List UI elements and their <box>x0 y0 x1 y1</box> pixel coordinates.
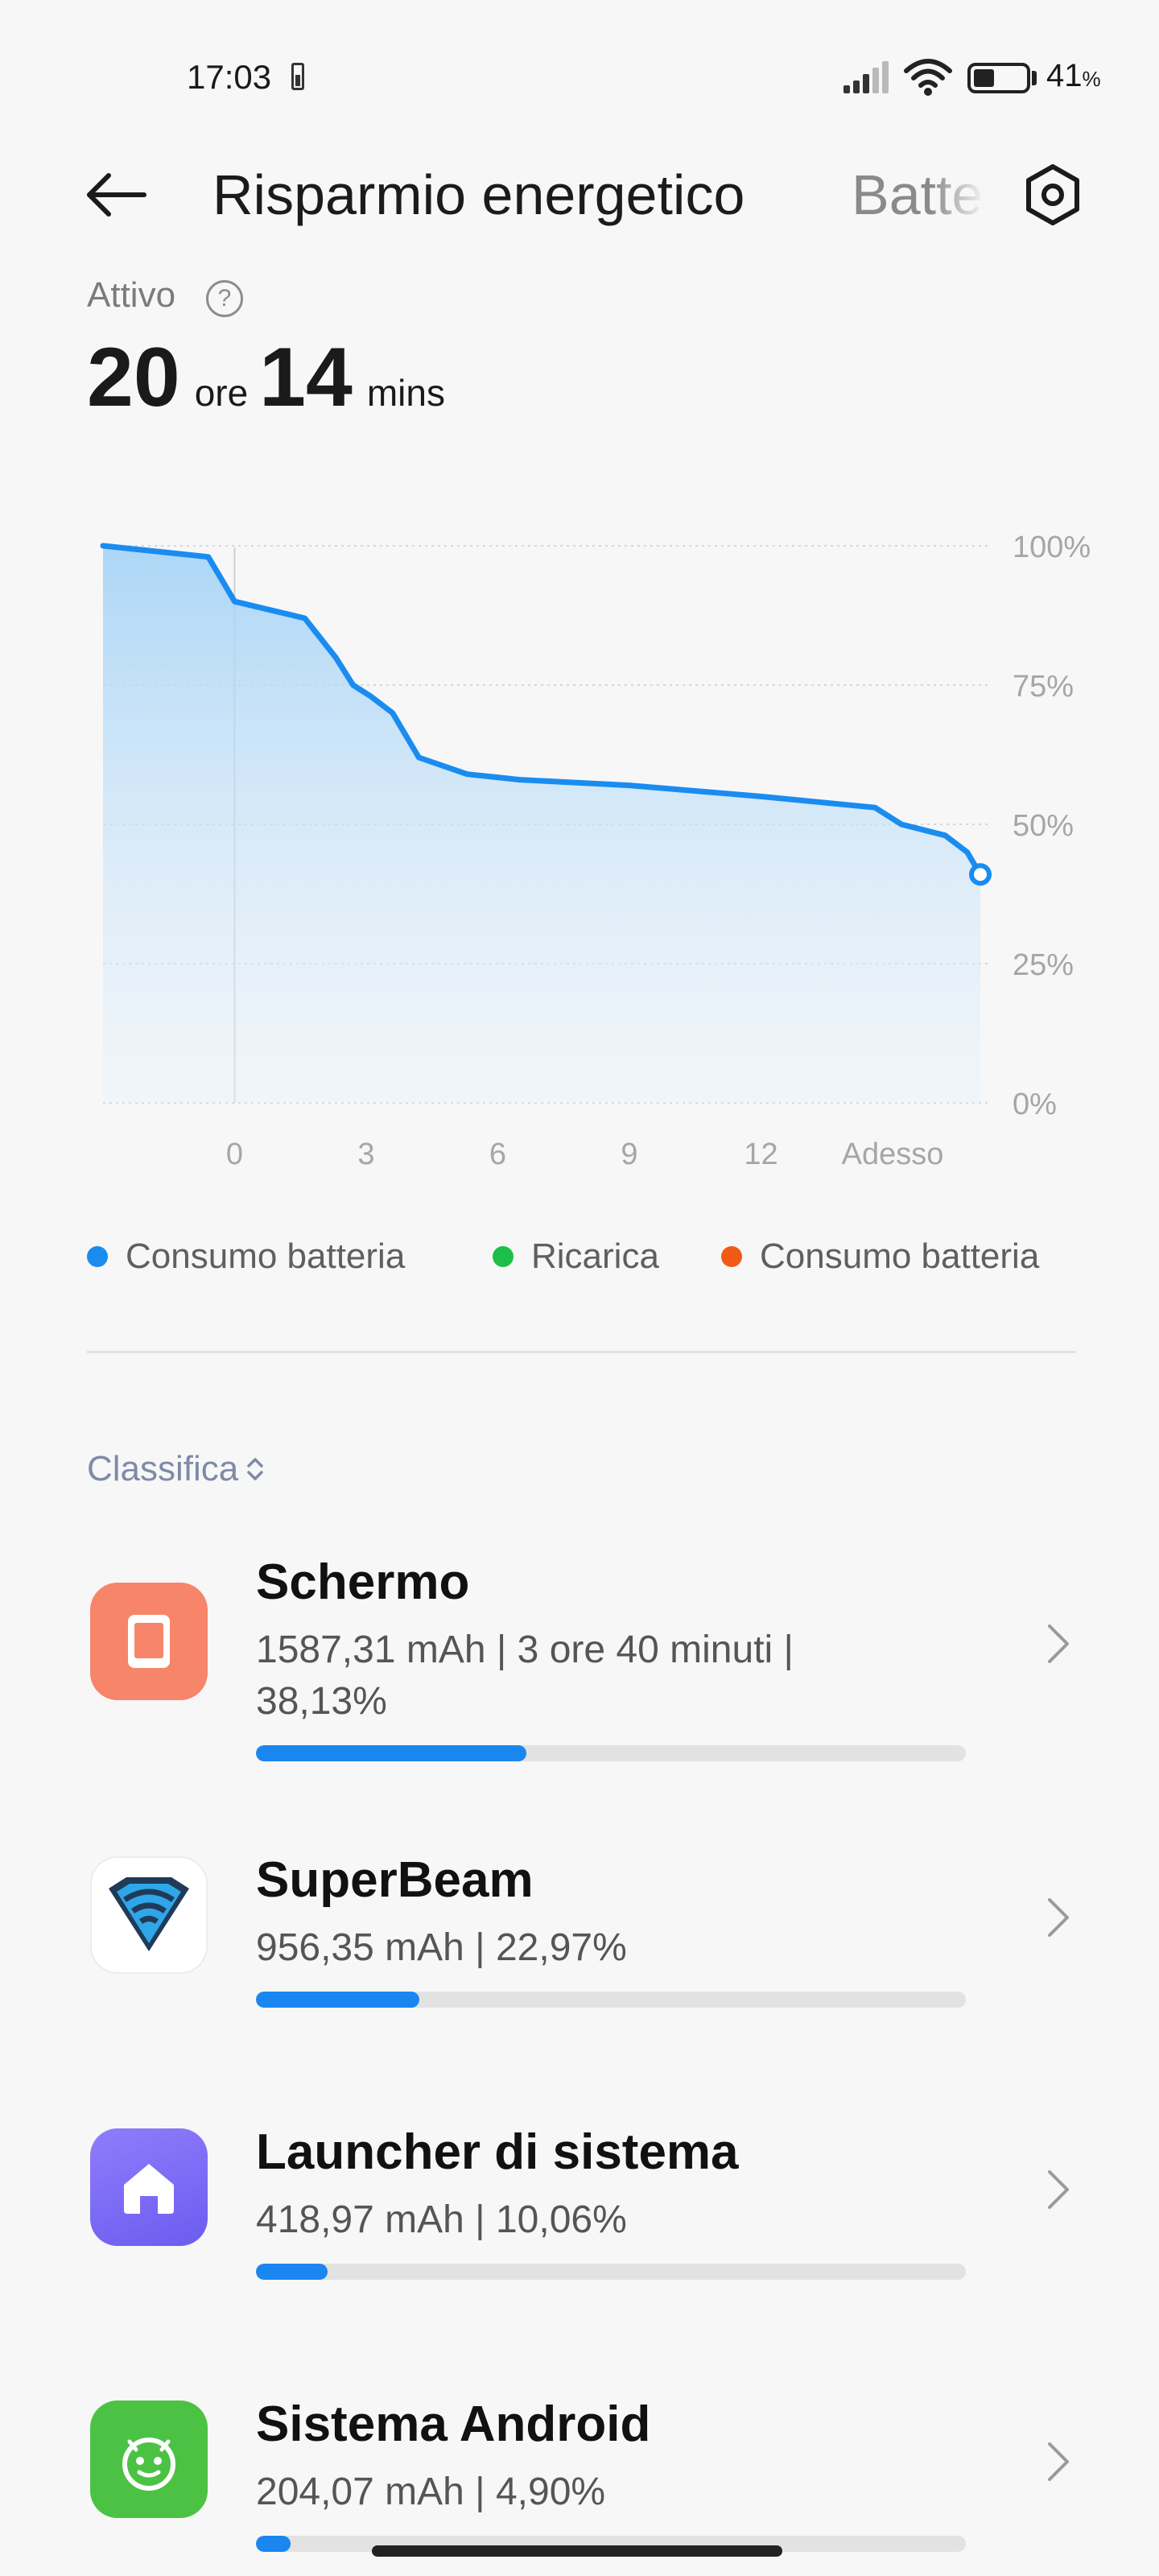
x-tick-label: 3 <box>357 1137 374 1171</box>
app-name: Sistema Android <box>256 2396 651 2452</box>
usage-bar-fill <box>256 1745 527 1761</box>
legend-dot <box>493 1246 514 1267</box>
settings-button[interactable] <box>1016 158 1090 232</box>
x-tick-label: Adesso <box>842 1137 944 1171</box>
app-name: Schermo <box>256 1554 470 1610</box>
y-tick-label: 75% <box>1013 670 1074 704</box>
usage-bar <box>256 2264 966 2280</box>
home-indicator[interactable] <box>372 2545 782 2557</box>
y-tick-label: 50% <box>1013 809 1074 843</box>
usage-bar <box>256 1745 966 1761</box>
superbeam-icon <box>90 1856 208 1974</box>
status-time: 17:03 <box>187 58 272 96</box>
y-tick-label: 0% <box>1013 1088 1057 1121</box>
battery-percent-unit: % <box>1082 67 1101 91</box>
usage-bar-fill <box>256 2264 328 2280</box>
battery-tip <box>1032 71 1037 85</box>
ranking-label: Classifica <box>87 1449 239 1488</box>
chevron-right-icon <box>1038 1620 1079 1668</box>
battery-percent-value: 41 <box>1046 58 1083 93</box>
back-button[interactable] <box>80 163 153 227</box>
gear-hexagon-icon <box>1026 164 1079 225</box>
battery-level-fill <box>974 69 995 87</box>
app-detail: 418,97 mAh | 10,06% <box>256 2198 627 2241</box>
app-detail: 956,35 mAh | 22,97% <box>256 1926 627 1969</box>
app-detail: 1587,31 mAh | 3 ore 40 minuti | 38,13% <box>256 1629 794 1723</box>
active-duration: 20 ore 14 mins <box>87 330 456 426</box>
battery-chart: 100% 75% 50% 25% 0% 0 3 6 9 12 Adesso <box>100 530 1091 1171</box>
x-tick-label: 12 <box>744 1137 777 1171</box>
x-tick-label: 9 <box>621 1137 637 1171</box>
screen-icon <box>90 1583 208 1700</box>
y-tick-label: 25% <box>1013 948 1074 982</box>
legend-dot <box>87 1246 108 1267</box>
battery-percent: 41% <box>1046 58 1101 94</box>
chevron-right-icon <box>1038 2438 1079 2486</box>
usage-bar-fill <box>256 1992 419 2008</box>
home-icon <box>90 2128 208 2246</box>
legend-label: Consumo batteria <box>126 1236 406 1276</box>
app-detail: 204,07 mAh | 4,90% <box>256 2471 606 2513</box>
battery-icon <box>967 63 1030 93</box>
x-tick-label: 6 <box>489 1137 506 1171</box>
question-circle-icon[interactable]: ? <box>206 280 243 317</box>
active-label: Attivo <box>87 275 176 315</box>
chevron-right-icon <box>1038 1893 1079 1942</box>
usage-bar-fill <box>256 2536 291 2552</box>
divider <box>87 1351 1075 1353</box>
tab-battery[interactable]: Batteria <box>852 163 985 227</box>
wifi-icon <box>904 59 952 96</box>
chevron-right-icon <box>1038 2165 1079 2214</box>
series-area <box>103 546 980 1103</box>
y-tick-label: 100% <box>1013 530 1091 564</box>
ranking-sort-button[interactable]: Classifica <box>87 1449 264 1489</box>
status-bar: 17:03 41% <box>0 0 1159 153</box>
signal-icon <box>843 61 889 93</box>
header: Risparmio energetico Batteria <box>0 145 1159 242</box>
list-item-android[interactable]: Sistema Android 204,07 mAh | 4,90% <box>0 2396 1159 2557</box>
list-item-superbeam[interactable]: SuperBeam 956,35 mAh | 22,97% <box>0 1852 1159 2029</box>
android-icon <box>90 2401 208 2518</box>
legend-label: Ricarica <box>531 1236 659 1276</box>
app-name: SuperBeam <box>256 1852 534 1908</box>
minutes-unit: mins <box>366 372 445 414</box>
app-name: Launcher di sistema <box>256 2124 739 2180</box>
list-item-schermo[interactable]: Schermo 1587,31 mAh | 3 ore 40 minuti | … <box>0 1546 1159 1787</box>
usage-bar <box>256 1992 966 2008</box>
sort-updown-icon <box>247 1458 264 1480</box>
legend-item-consumption-2: Consumo batteria <box>721 1236 1039 1277</box>
tab-power-saving[interactable]: Risparmio energetico <box>212 163 744 227</box>
list-item-launcher[interactable]: Launcher di sistema 418,97 mAh | 10,06% <box>0 2124 1159 2301</box>
battery-saver-icon <box>291 63 304 90</box>
current-point-marker <box>969 863 992 886</box>
chart-legend: Consumo batteria Ricarica Consumo batter… <box>0 1236 1159 1285</box>
hours-value: 20 <box>87 331 180 424</box>
hours-unit: ore <box>194 372 249 414</box>
legend-item-consumption: Consumo batteria <box>87 1236 405 1277</box>
minutes-value: 14 <box>259 331 353 424</box>
legend-label: Consumo batteria <box>760 1236 1040 1276</box>
x-tick-label: 0 <box>226 1137 243 1171</box>
arrow-left-icon <box>87 173 146 217</box>
legend-item-charging: Ricarica <box>493 1236 659 1277</box>
legend-dot <box>721 1246 742 1267</box>
